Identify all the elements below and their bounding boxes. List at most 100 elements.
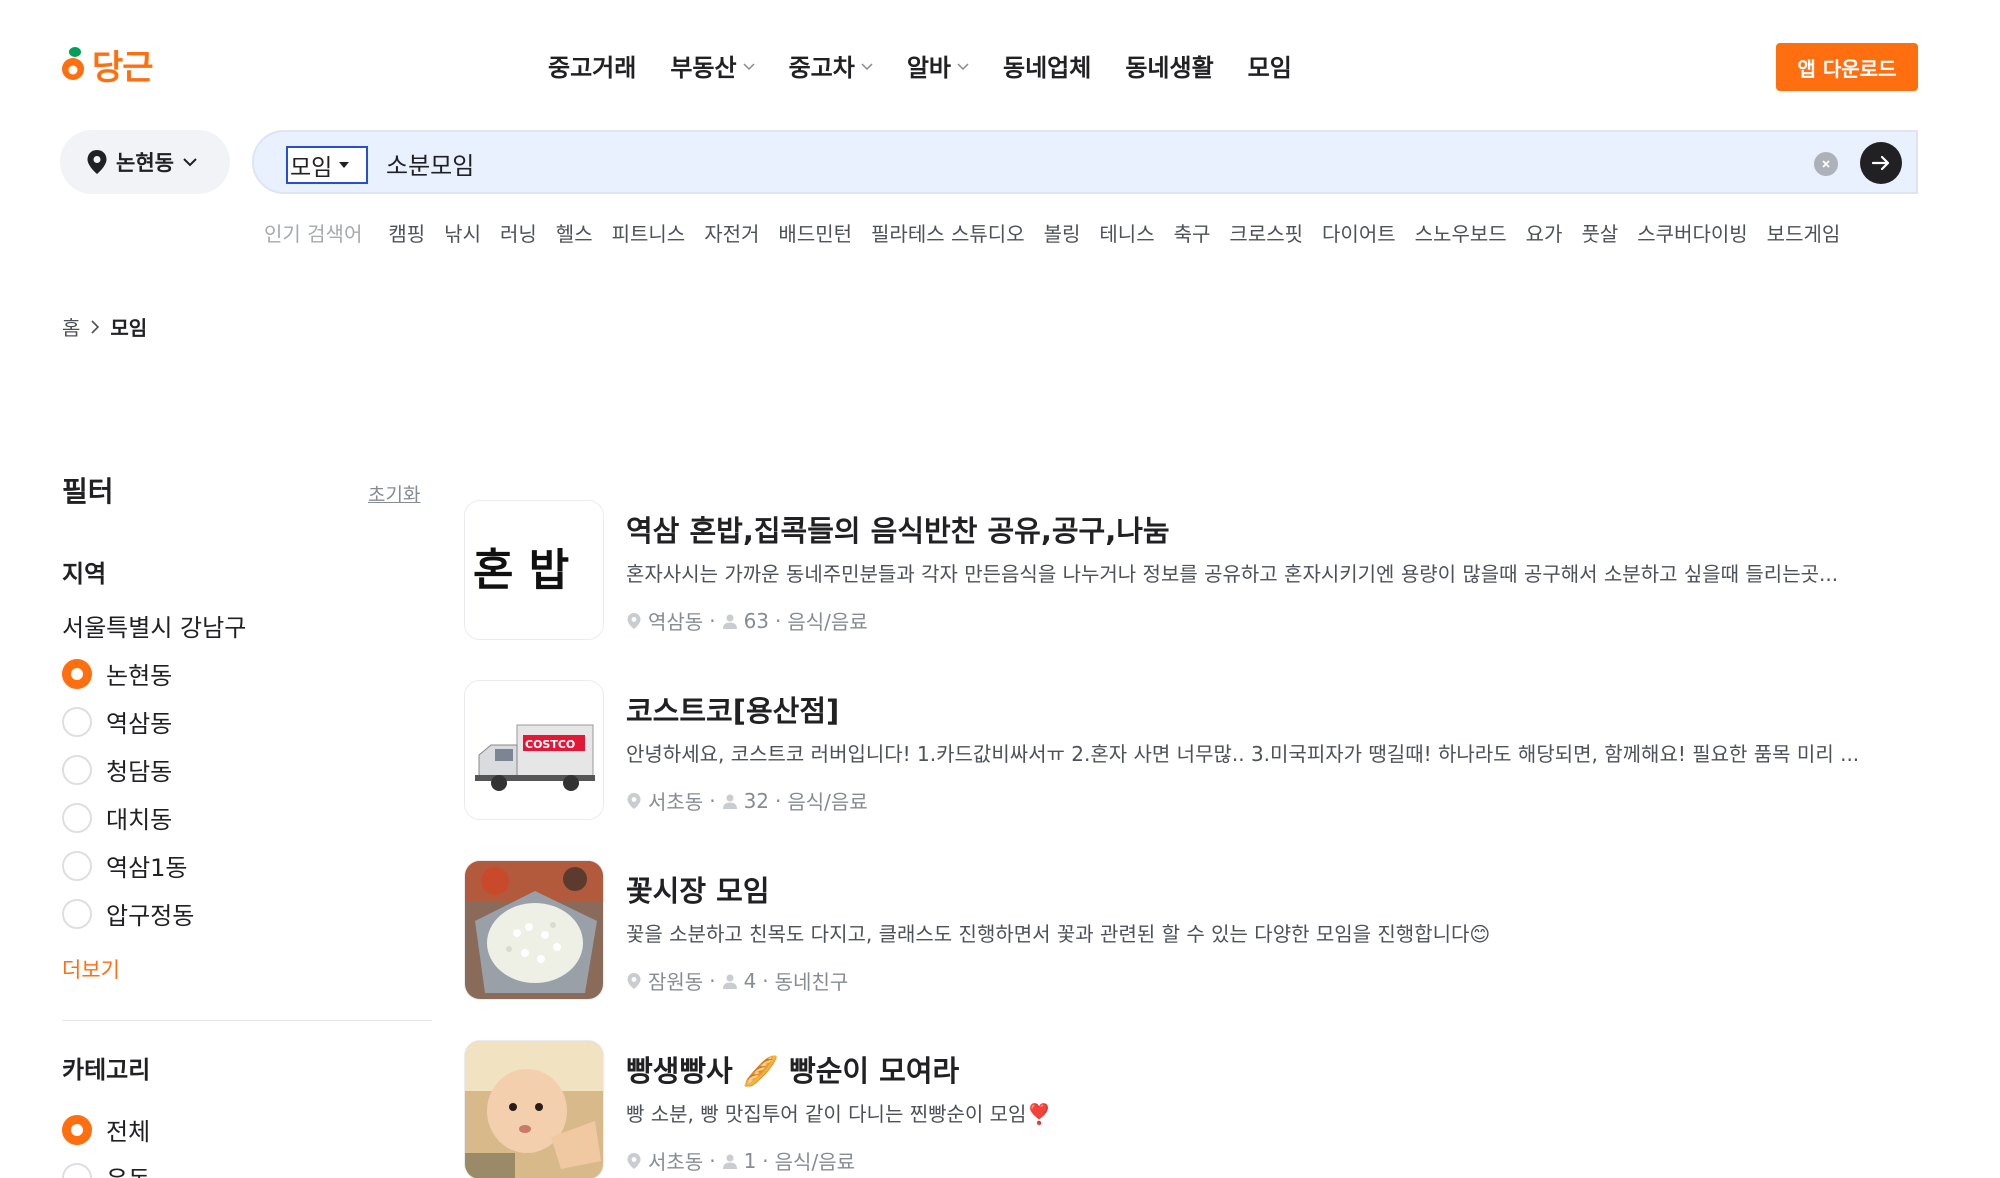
popular-keyword[interactable]: 스쿠버다이빙 (1637, 218, 1747, 247)
nav-local-life[interactable]: 동네생활 (1125, 48, 1213, 83)
popular-keyword[interactable]: 보드게임 (1767, 218, 1841, 247)
region-section-title: 지역 (62, 560, 107, 588)
popular-keyword[interactable]: 헬스 (556, 218, 593, 247)
location-pin-icon (627, 1152, 641, 1169)
radio-selected[interactable] (62, 1114, 92, 1145)
region-option[interactable]: 대치동 (62, 800, 172, 835)
group-location: 역삼동 (648, 610, 704, 634)
group-description: 꽃을 소분하고 친목도 다지고, 클래스도 진행하면서 꽃과 관련된 할 수 있… (626, 922, 1491, 946)
category-option[interactable]: 운동 (62, 1160, 150, 1178)
search-input[interactable] (386, 142, 1746, 184)
group-thumbnail (464, 860, 604, 1000)
person-icon (722, 1154, 737, 1169)
meta-separator: · (775, 608, 782, 633)
popular-keyword[interactable]: 자전거 (704, 218, 759, 247)
region-option-label: 청담동 (106, 758, 173, 786)
popular-keyword[interactable]: 낚시 (444, 218, 481, 247)
group-category: 음식/음료 (787, 790, 868, 814)
popular-keyword[interactable]: 테니스 (1099, 218, 1154, 247)
breadcrumb-home[interactable]: 홈 (62, 312, 80, 341)
popular-keyword[interactable]: 크로스핏 (1229, 218, 1303, 247)
breadcrumb-current: 모임 (110, 316, 148, 340)
location-pin-icon (627, 792, 641, 809)
region-option[interactable]: 역삼1동 (62, 848, 188, 883)
popular-keyword[interactable]: 피트니스 (612, 218, 686, 247)
clear-search-button[interactable] (1814, 152, 1838, 176)
region-option[interactable]: 압구정동 (62, 896, 194, 931)
nav-local-business[interactable]: 동네업체 (1003, 48, 1091, 83)
region-option-label: 압구정동 (106, 902, 195, 930)
location-pin-icon (87, 150, 107, 174)
flower-bouquet-image (465, 861, 603, 999)
popular-keyword[interactable]: 다이어트 (1322, 218, 1396, 247)
breadcrumb: 홈 모임 (62, 312, 147, 341)
group-thumbnail (464, 1040, 604, 1178)
popular-keyword[interactable]: 풋살 (1581, 218, 1618, 247)
svg-text:혼 밥: 혼 밥 (473, 545, 569, 596)
search-bar: 모임 (252, 130, 1918, 194)
category-option[interactable]: 전체 (62, 1112, 150, 1147)
app-download-button[interactable]: 앱 다운로드 (1776, 43, 1918, 91)
region-option[interactable]: 논현동 (62, 656, 172, 691)
region-option[interactable]: 청담동 (62, 752, 172, 787)
show-more-regions-link[interactable]: 더보기 (62, 954, 120, 984)
nav-jobs[interactable]: 알바 (907, 48, 969, 83)
popular-keyword[interactable]: 스노우보드 (1415, 218, 1507, 247)
nav-groups[interactable]: 모임 (1248, 48, 1292, 83)
carrot-logo-icon (62, 46, 84, 80)
group-thumbnail: COSTCO (464, 680, 604, 820)
nav-used-trade[interactable]: 중고거래 (548, 48, 636, 83)
group-description: 혼자사시는 가까운 동네주민분들과 각자 만든음식을 나누거나 정보를 공유하고… (626, 562, 1839, 586)
group-card[interactable]: 빵생빵사 🥖 빵순이 모여라 빵 소분, 빵 맛집투어 같이 다니는 찐빵순이 … (464, 1040, 1924, 1178)
filter-title: 필터 (62, 475, 114, 508)
radio-unselected[interactable] (62, 898, 92, 929)
popular-keywords-label: 인기 검색어 (264, 222, 363, 246)
group-meta: 잠원동 · 4 · 동네친구 (626, 966, 848, 995)
nav-used-car[interactable]: 중고차 (789, 48, 873, 83)
meta-separator: · (762, 968, 769, 993)
meta-separator: · (709, 788, 716, 813)
region-option[interactable]: 역삼동 (62, 704, 172, 739)
search-submit-button[interactable] (1860, 142, 1902, 184)
group-description: 빵 소분, 빵 맛집투어 같이 다니는 찐빵순이 모임❣️ (626, 1102, 1052, 1126)
popular-keyword[interactable]: 축구 (1174, 218, 1211, 247)
popular-keyword[interactable]: 요가 (1526, 218, 1563, 247)
baby-photo-image (465, 1041, 603, 1178)
meta-separator: · (709, 1148, 716, 1173)
radio-unselected[interactable] (62, 1162, 92, 1178)
group-member-count: 4 (743, 968, 757, 993)
group-title: 빵생빵사 🥖 빵순이 모여라 (626, 1054, 960, 1088)
radio-unselected[interactable] (62, 754, 92, 785)
daangn-logo[interactable]: 당근 (60, 40, 154, 89)
search-category-select[interactable]: 모임 (286, 146, 368, 184)
popular-keyword[interactable]: 볼링 (1044, 218, 1081, 247)
chevron-right-icon (91, 319, 100, 334)
region-option-label: 논현동 (106, 662, 173, 690)
popular-keyword[interactable]: 배드민턴 (778, 218, 852, 247)
group-title: 코스트코[용산점] (626, 694, 840, 728)
region-option-label: 대치동 (106, 806, 173, 834)
group-location: 서초동 (648, 790, 704, 814)
group-card[interactable]: 꽃시장 모임 꽃을 소분하고 친목도 다지고, 클래스도 진행하면서 꽃과 관련… (464, 860, 1924, 1000)
location-pin-icon (627, 612, 641, 629)
radio-selected[interactable] (62, 658, 92, 689)
group-card[interactable]: 혼 밥 역삼 혼밥,집콕들의 음식반찬 공유,공구,나눔 혼자사시는 가까운 동… (464, 500, 1924, 640)
radio-unselected[interactable] (62, 706, 92, 737)
nav-real-estate[interactable]: 부동산 (670, 48, 755, 83)
popular-keyword[interactable]: 캠핑 (388, 218, 425, 247)
location-selector[interactable]: 논현동 (60, 130, 230, 194)
region-option-label: 역삼1동 (106, 854, 188, 882)
person-icon (722, 974, 737, 989)
chevron-down-icon (743, 62, 755, 70)
popular-keyword[interactable]: 필라테스 스튜디오 (871, 218, 1025, 247)
radio-unselected[interactable] (62, 850, 92, 881)
group-location: 잠원동 (648, 970, 704, 994)
group-card[interactable]: COSTCO 코스트코[용산점] 안녕하세요, 코스트코 러버입니다! 1.카드… (464, 680, 1924, 820)
reset-filter-link[interactable]: 초기화 (368, 480, 420, 507)
meta-separator: · (775, 788, 782, 813)
costco-truck-image: COSTCO (465, 681, 603, 819)
main-nav: 중고거래 부동산 중고차 알바 동네업체 동네생활 모임 (548, 48, 1326, 83)
radio-unselected[interactable] (62, 802, 92, 833)
popular-keyword[interactable]: 러닝 (500, 218, 537, 247)
group-category: 동네친구 (774, 970, 849, 994)
